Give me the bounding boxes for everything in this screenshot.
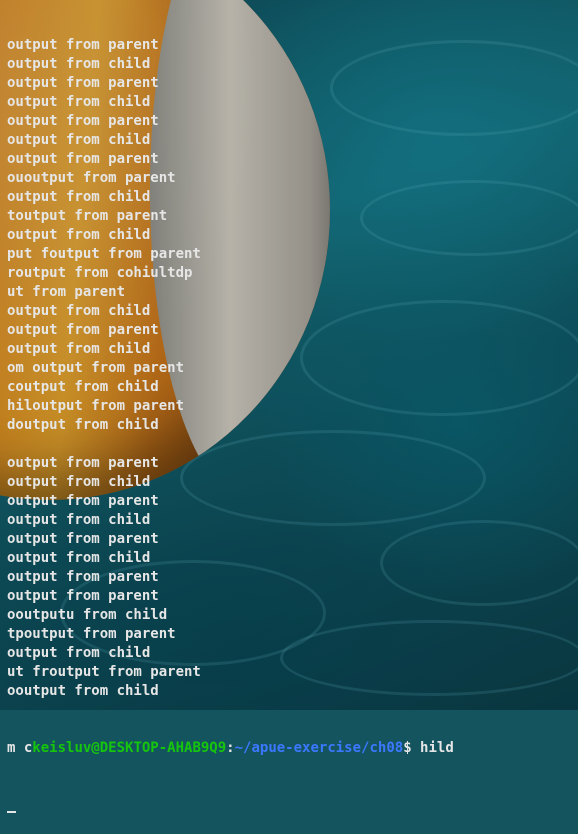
terminal-line: put foutput from parent bbox=[7, 246, 201, 262]
terminal-line: output from child bbox=[7, 550, 151, 566]
terminal-line: tpoutput from parent bbox=[7, 626, 176, 642]
terminal-line: doutput from child bbox=[7, 417, 159, 433]
terminal-line: output from child bbox=[7, 56, 151, 72]
terminal-line: output from parent bbox=[7, 113, 159, 129]
terminal-line: output from child bbox=[7, 132, 151, 148]
terminal-line: output from child bbox=[7, 474, 151, 490]
terminal-line: output from parent bbox=[7, 322, 159, 338]
cursor-line[interactable] bbox=[7, 796, 578, 815]
prompt-suffix: $ hild bbox=[403, 740, 454, 756]
terminal-line: output from child bbox=[7, 645, 151, 661]
terminal-line: coutput from child bbox=[7, 379, 159, 395]
terminal-line: output from parent bbox=[7, 151, 159, 167]
terminal-line: om output from parent bbox=[7, 360, 185, 376]
terminal-line: ooutput from child bbox=[7, 683, 159, 699]
prompt-line: m ckeisluv@DESKTOP-AHAB9Q9:~/apue-exerci… bbox=[7, 739, 578, 758]
prompt-user-host: keisluv@DESKTOP-AHAB9Q9 bbox=[32, 740, 227, 756]
terminal-line: output from parent bbox=[7, 75, 159, 91]
prompt-prefix: m c bbox=[7, 740, 33, 756]
terminal-line: output from parent bbox=[7, 588, 159, 604]
terminal-line: hiloutput from parent bbox=[7, 398, 185, 414]
prompt-path: ~/apue-exercise/ch08 bbox=[234, 740, 404, 756]
terminal-line: output from parent bbox=[7, 37, 159, 53]
terminal-line: output from child bbox=[7, 189, 151, 205]
terminal-line: output from child bbox=[7, 227, 151, 243]
terminal-line: ououtput from parent bbox=[7, 170, 176, 186]
terminal-line: routput from cohiultdp bbox=[7, 265, 193, 281]
prompt-separator: : bbox=[226, 740, 235, 756]
terminal-line: toutput from parent bbox=[7, 208, 168, 224]
terminal-line: output from child bbox=[7, 303, 151, 319]
terminal-output[interactable]: output from parent output from child outpu… bbox=[7, 0, 578, 834]
terminal-line: output from parent bbox=[7, 569, 159, 585]
terminal-line: output from child bbox=[7, 341, 151, 357]
terminal-line: output from parent bbox=[7, 493, 159, 509]
output-lines: output from parent output from child outpu… bbox=[7, 36, 578, 701]
terminal-line: output from child bbox=[7, 94, 151, 110]
text-cursor bbox=[7, 811, 16, 813]
terminal-line: output from parent bbox=[7, 531, 159, 547]
terminal-line: ut from parent bbox=[7, 284, 126, 300]
terminal-line: output from parent bbox=[7, 455, 159, 471]
terminal-line: ooutputu from child bbox=[7, 607, 168, 623]
terminal-line: ut froutput from parent bbox=[7, 664, 201, 680]
terminal-line: output from child bbox=[7, 512, 151, 528]
